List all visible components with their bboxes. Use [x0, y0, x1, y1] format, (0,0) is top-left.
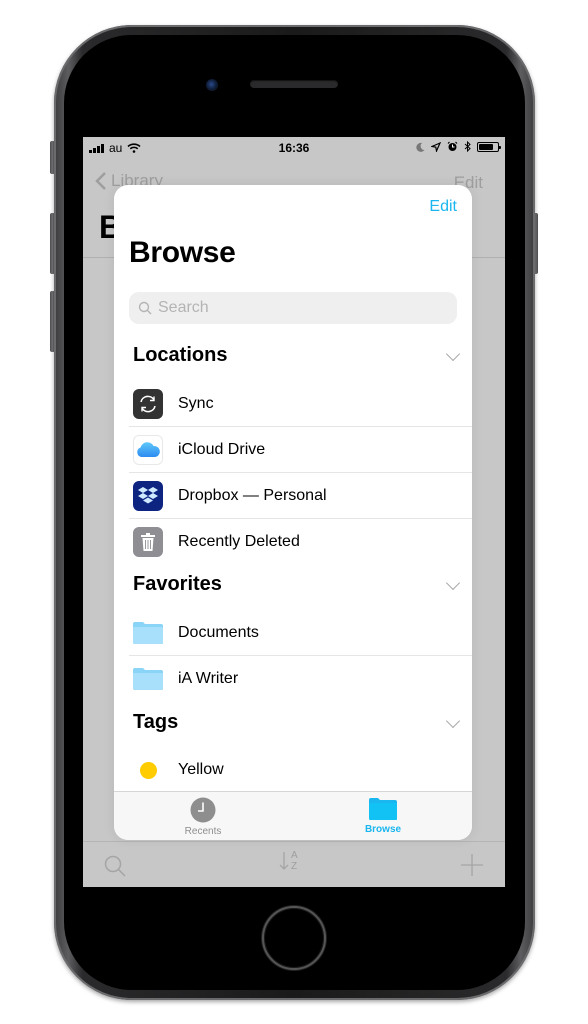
screen: au 16:36 Library Edit B A Z Edit Browse … [83, 137, 505, 887]
list-item-label: iA Writer [178, 670, 239, 687]
battery-icon [477, 141, 501, 152]
chevron-down-icon[interactable] [445, 346, 461, 362]
chevron-down-icon[interactable] [445, 575, 461, 591]
section-header-locations: Locations [133, 344, 228, 366]
folder-icon [133, 664, 163, 694]
sort-arrow-icon [279, 852, 289, 870]
search-icon [138, 301, 152, 315]
tab-bar: Recents Browse [114, 791, 472, 840]
folder-icon [369, 798, 397, 820]
chevron-down-icon[interactable] [445, 713, 461, 729]
section-header-favorites: Favorites [133, 573, 222, 595]
list-item-label: Documents [178, 624, 259, 641]
add-icon [461, 854, 483, 876]
dropbox-icon [133, 481, 163, 511]
list-item-icloud-drive[interactable]: iCloud Drive [129, 427, 472, 473]
page-title: Browse [129, 236, 236, 269]
list-item-dropbox[interactable]: Dropbox — Personal [129, 473, 472, 519]
list-item-yellow-tag[interactable]: Yellow [129, 747, 472, 793]
chevron-left-icon [95, 172, 106, 190]
sort-letter-z: Z [291, 861, 298, 872]
tab-recents[interactable]: Recents [143, 797, 263, 837]
section-header-tags: Tags [133, 711, 179, 733]
browse-modal: Edit Browse Search Locations Sync iCloud… [114, 185, 472, 840]
list-item-ia-writer[interactable]: iA Writer [129, 656, 472, 702]
edit-button[interactable]: Edit [429, 198, 457, 216]
tab-label: Recents [184, 826, 222, 837]
search-input[interactable]: Search [129, 292, 457, 324]
list-item-label: Dropbox — Personal [178, 487, 327, 504]
tag-dot-icon [133, 755, 163, 785]
search-icon [104, 855, 126, 877]
tab-label: Browse [364, 824, 402, 835]
background-toolbar: A Z [83, 841, 505, 887]
list-item-label: Recently Deleted [178, 533, 300, 550]
list-item-label: iCloud Drive [178, 441, 266, 458]
list-item-label: Yellow [178, 761, 224, 778]
toolbar-sort-button[interactable]: A Z [279, 850, 298, 872]
trash-icon [133, 527, 163, 557]
tab-browse[interactable]: Browse [323, 797, 443, 835]
sync-icon [133, 389, 163, 419]
earpiece-speaker [250, 80, 338, 88]
toolbar-search-button[interactable] [103, 854, 127, 883]
moon-icon [416, 142, 425, 152]
status-bar: au 16:36 [83, 137, 505, 159]
bluetooth-icon [464, 141, 471, 152]
list-item-recently-deleted[interactable]: Recently Deleted [129, 519, 472, 565]
alarm-icon [447, 141, 458, 151]
icloud-icon [133, 435, 163, 465]
search-placeholder: Search [158, 299, 209, 316]
folder-icon [133, 618, 163, 648]
clock-icon [190, 797, 216, 823]
front-camera [206, 79, 218, 91]
list-item-sync[interactable]: Sync [129, 381, 472, 427]
home-button[interactable] [262, 906, 326, 970]
sort-letter-a: A [291, 850, 298, 861]
sort-az-icon: A Z [291, 850, 298, 872]
location-icon [431, 141, 441, 152]
toolbar-add-button[interactable] [461, 854, 483, 881]
list-item-label: Sync [178, 395, 214, 412]
list-item-documents[interactable]: Documents [129, 610, 472, 656]
